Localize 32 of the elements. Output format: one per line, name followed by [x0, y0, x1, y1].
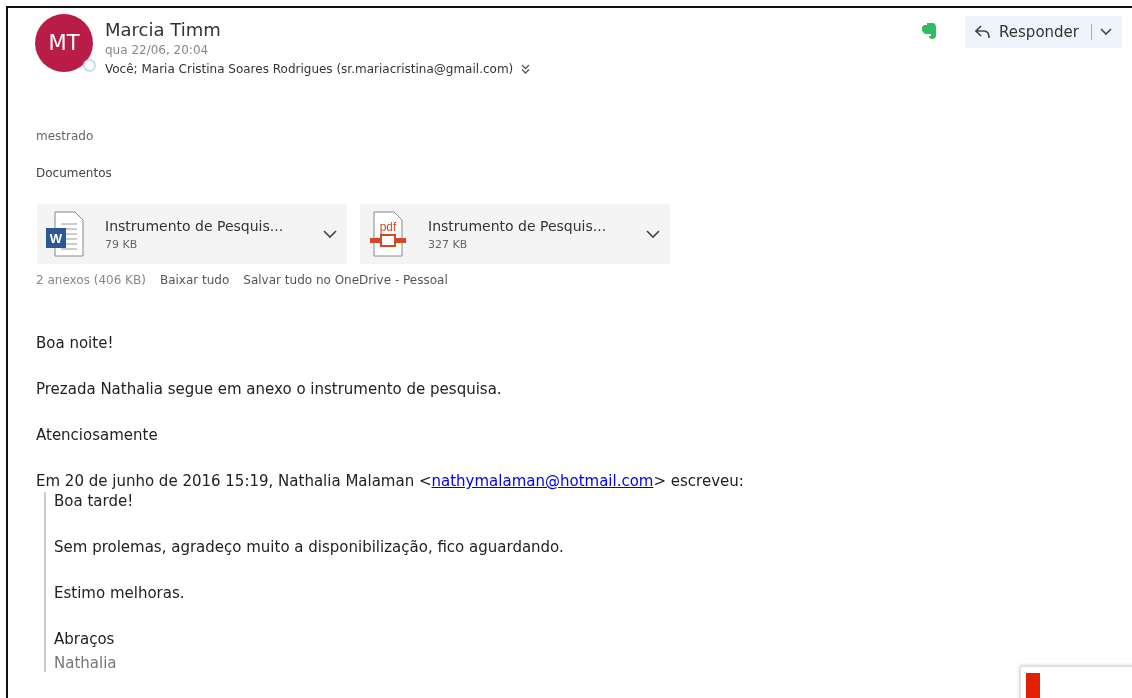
avatar-initials: MT [48, 31, 80, 55]
message-date: qua 22/06, 20:04 [105, 43, 210, 57]
message-text: Boa noite! [36, 334, 114, 352]
message-text: Prezada Nathalia segue em anexo o instrumento de pesquisa. [36, 380, 502, 398]
chevron-down-icon [1100, 28, 1112, 36]
attachment-card[interactable]: pdf Instrumento de Pesquis... 327 KB [360, 204, 670, 264]
attachment-name: Instrumento de Pesquis... [428, 217, 608, 234]
quoted-text: Sem prolemas, agradeço muito a disponibilização, fico aguardando. [54, 538, 564, 556]
quote-header: Em 20 de junho de 2016 15:19, Nathalia Malaman <nathymalaman@hotmail.com> escreveu: [36, 472, 744, 490]
quoted-text: Boa tarde! [54, 492, 134, 510]
message-text: Atenciosamente [36, 426, 158, 444]
download-all-link[interactable]: Baixar tudo [159, 273, 230, 287]
email-link[interactable]: nathymalaman@hotmail.com [431, 472, 654, 490]
attachment-card[interactable]: W Instrumento de Pesquis... 79 KB [37, 204, 347, 264]
quoted-text: Estimo melhoras. [54, 584, 185, 602]
attachment-size: 327 KB [428, 237, 469, 251]
attachment-name: Instrumento de Pesquis... [105, 217, 285, 234]
double-chevron-icon[interactable] [521, 64, 531, 74]
signature-text: Nathalia [54, 654, 117, 672]
save-all-link[interactable]: Salvar tudo no OneDrive - Pessoal [243, 273, 448, 287]
recipients-text: Você; Maria Cristina Soares Rodrigues (sr.mariacristina@gmail.com) [105, 62, 514, 76]
attachment-count: 2 anexos (406 KB) [36, 273, 146, 287]
attachment-size: 79 KB [105, 237, 139, 251]
reply-arrow-icon [975, 25, 992, 39]
presence-icon [83, 59, 96, 72]
chevron-down-icon[interactable] [646, 229, 660, 239]
quoted-text: Abraços [54, 630, 115, 648]
folder-label: Documentos [36, 166, 113, 180]
category-label: mestrado [36, 129, 95, 143]
sender-name: Marcia Timm [105, 19, 222, 40]
chevron-down-icon[interactable] [323, 229, 337, 239]
reply-button[interactable]: Responder [965, 16, 1122, 48]
